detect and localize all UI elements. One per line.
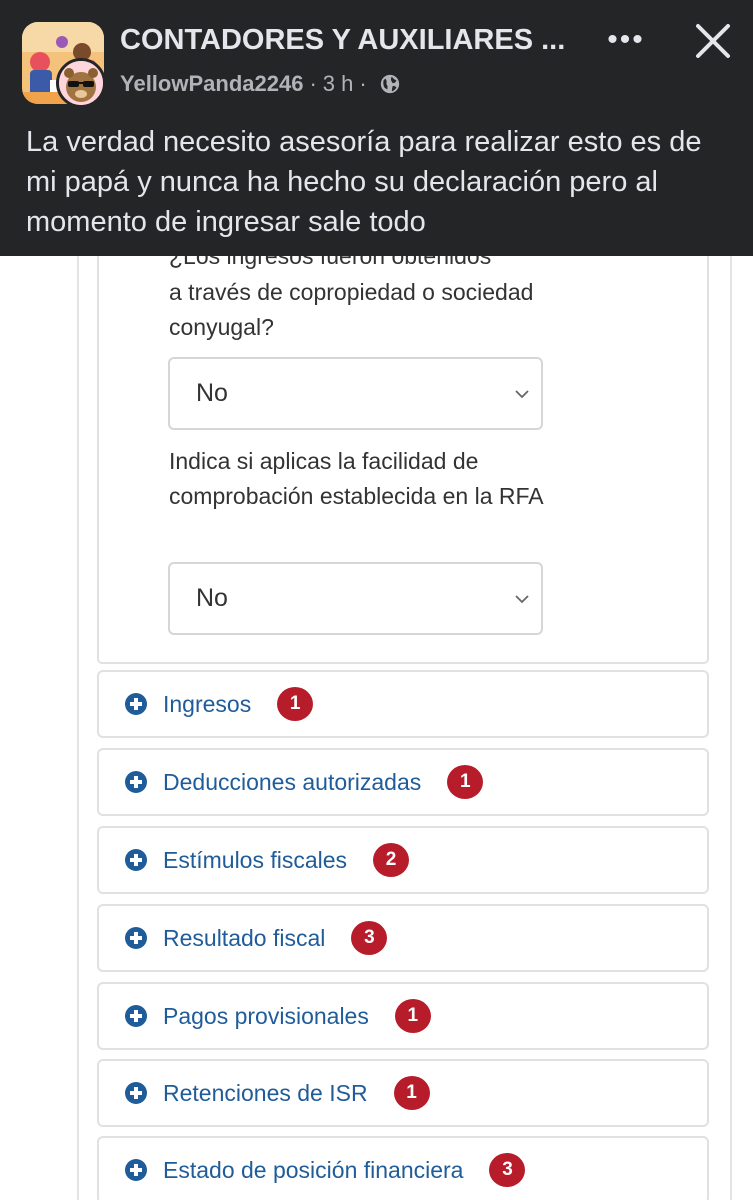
error-badge: 1 <box>447 765 484 799</box>
section-label: Estímulos fiscales <box>163 846 348 873</box>
error-badge: 1 <box>393 1076 430 1110</box>
group-name[interactable]: CONTADORES Y AUXILIARES ... <box>120 24 575 57</box>
section-resultado[interactable]: Resultado fiscal 3 <box>97 904 709 972</box>
section-retenciones[interactable]: Retenciones de ISR 1 <box>97 1059 709 1127</box>
select-value: No <box>196 379 228 407</box>
chevron-down-icon <box>515 390 529 399</box>
avatar-group[interactable] <box>22 22 110 110</box>
section-label: Pagos provisionales <box>163 1002 369 1029</box>
section-label: Deducciones autorizadas <box>163 768 422 795</box>
post-header: CONTADORES Y AUXILIARES ... YellowPanda2… <box>0 0 753 256</box>
plus-circle-icon <box>125 849 147 871</box>
section-deducciones[interactable]: Deducciones autorizadas 1 <box>97 748 709 816</box>
question-copropiedad: a través de copropiedad o sociedad conyu… <box>169 279 534 340</box>
section-label: Retenciones de ISR <box>163 1079 368 1106</box>
plus-circle-icon <box>125 771 147 793</box>
error-badge: 3 <box>351 921 388 955</box>
select-copropiedad[interactable]: No <box>168 357 543 430</box>
section-label: Estado de posición financiera <box>163 1156 464 1183</box>
author-name[interactable]: YellowPanda2246 <box>120 71 303 97</box>
post-meta: YellowPanda2246 · 3 h · <box>120 70 401 98</box>
plus-circle-icon <box>125 927 147 949</box>
chevron-down-icon <box>515 595 529 604</box>
section-estado-posicion[interactable]: Estado de posición financiera 3 <box>97 1136 709 1200</box>
close-icon <box>696 24 730 58</box>
post-text: La verdad necesito asesoría para realiza… <box>26 126 702 238</box>
post-image[interactable]: ¿Los ingresos fueron obtenidos a través … <box>0 256 753 1200</box>
frame-border-left <box>77 256 79 1200</box>
plus-circle-icon <box>125 693 147 715</box>
error-badge: 1 <box>277 687 314 721</box>
meta-separator: · <box>309 71 317 96</box>
section-label: Ingresos <box>163 690 252 717</box>
error-badge: 3 <box>489 1153 526 1187</box>
post-time[interactable]: 3 h <box>323 71 354 97</box>
meta-separator-2: · <box>359 71 367 96</box>
error-badge: 2 <box>373 843 410 877</box>
section-estimulos[interactable]: Estímulos fiscales 2 <box>97 826 709 894</box>
section-ingresos[interactable]: Ingresos 1 <box>97 670 709 738</box>
question-facilidad: Indica si aplicas la facilidad de compro… <box>169 448 544 509</box>
user-avatar[interactable] <box>56 58 106 108</box>
more-options-button[interactable]: ••• <box>600 20 652 60</box>
section-label: Resultado fiscal <box>163 924 326 951</box>
select-facilidad[interactable]: No <box>168 562 543 635</box>
question-cut-text: ¿Los ingresos fueron obtenidos <box>169 256 492 269</box>
error-badge: 1 <box>394 999 431 1033</box>
plus-circle-icon <box>125 1082 147 1104</box>
section-pagos[interactable]: Pagos provisionales 1 <box>97 982 709 1050</box>
globe-icon <box>380 74 399 94</box>
plus-circle-icon <box>125 1005 147 1027</box>
close-button[interactable] <box>688 16 738 66</box>
plus-circle-icon <box>125 1159 147 1181</box>
frame-border-right <box>730 256 732 1200</box>
select-value: No <box>196 584 228 612</box>
